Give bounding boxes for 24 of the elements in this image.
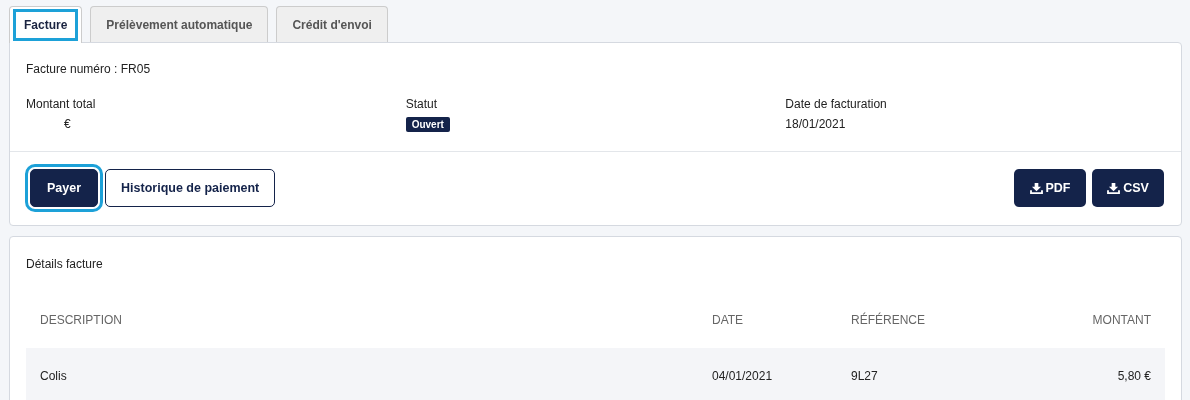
field-value: 18/01/2021 (785, 117, 846, 131)
field-value: € (64, 117, 71, 131)
column-header: MONTANT (1091, 313, 1151, 327)
download-icon (1029, 182, 1043, 194)
download-button[interactable]: PDF (1014, 169, 1086, 207)
table-cell-text: 5,80 € (1116, 369, 1151, 383)
history-button[interactable]: Historique de paiement (105, 169, 276, 207)
invoice-number: Facture numéro : FR05 (26, 62, 152, 76)
field-label: Statut (405, 97, 438, 111)
field-label: Date de facturation (785, 97, 888, 111)
column-header: DESCRIPTION (40, 313, 123, 327)
table-cell-text: 9L27 (851, 369, 879, 383)
download-button[interactable]: CSV (1092, 169, 1164, 207)
column-header: DATE (712, 313, 745, 327)
column-header: RÉFÉRENCE (851, 313, 926, 327)
tab[interactable]: Crédit d'envoi (276, 6, 388, 42)
tab[interactable]: Prélèvement automatique (90, 6, 269, 42)
tab[interactable]: Facture (9, 6, 83, 43)
section-title: Détails facture (26, 257, 104, 271)
field-label: Montant total (26, 97, 97, 111)
download-icon (1107, 182, 1121, 194)
table-cell-text: Colis (40, 369, 68, 383)
status-badge: Ouvert (405, 117, 450, 132)
table-cell-text: 04/01/2021 (712, 369, 774, 383)
